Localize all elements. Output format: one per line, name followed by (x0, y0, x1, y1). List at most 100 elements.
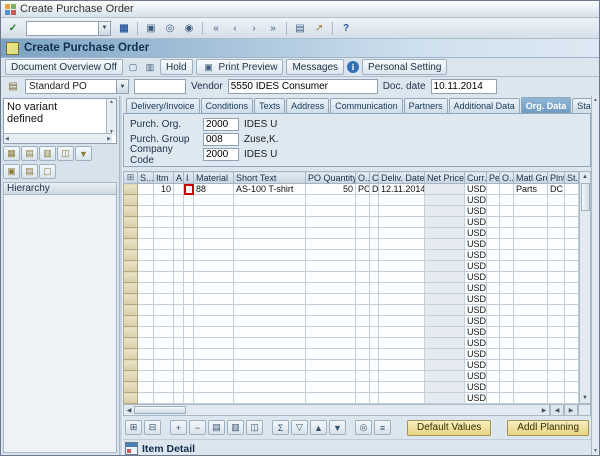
scroll-up-icon[interactable]: ▲ (109, 99, 114, 105)
grid-cell[interactable] (355, 249, 370, 261)
grid-cell[interactable] (193, 304, 234, 316)
grid-cell[interactable] (547, 227, 565, 239)
grid-cell[interactable] (173, 315, 184, 327)
grid-cell[interactable]: USD (464, 293, 487, 305)
grid-cell[interactable] (369, 227, 379, 239)
grid-cell[interactable] (193, 194, 234, 206)
scroll-down-icon[interactable]: ▼ (593, 448, 598, 454)
grid-cell[interactable] (378, 304, 425, 316)
grid-cell[interactable]: USD (464, 238, 487, 250)
grid-cell[interactable] (305, 205, 356, 217)
tab-address[interactable]: Address (286, 98, 330, 113)
grid-cell[interactable]: USD (464, 359, 487, 371)
grid-cell[interactable] (513, 337, 548, 349)
grid-cell[interactable] (153, 370, 174, 382)
order-type-dropdown-icon[interactable]: ▼ (116, 80, 128, 93)
grid-cell[interactable] (233, 326, 306, 338)
grid-cell[interactable] (486, 304, 500, 316)
row-select-cell[interactable] (123, 370, 138, 382)
grid-cell[interactable] (137, 260, 154, 272)
grid-cell[interactable] (137, 282, 154, 294)
hold-button[interactable]: Hold (159, 59, 193, 75)
grid-cell[interactable] (499, 304, 514, 316)
grid-cell[interactable] (183, 326, 194, 338)
grid-cell[interactable]: USD (464, 194, 487, 206)
grid-cell[interactable] (564, 205, 579, 217)
grid-cell[interactable] (355, 370, 370, 382)
sort-ascending-button[interactable]: ▲ (310, 420, 327, 435)
grid-cell[interactable] (499, 183, 514, 195)
grid-cell[interactable] (547, 337, 565, 349)
grid-cell[interactable] (193, 392, 234, 404)
grid-cell[interactable] (153, 381, 174, 393)
grid-cell[interactable] (183, 282, 194, 294)
row-select-cell[interactable] (123, 392, 138, 404)
grid-cell[interactable]: USD (464, 337, 487, 349)
grid-cell[interactable] (547, 381, 565, 393)
grid-cell[interactable] (369, 249, 379, 261)
grid-cell[interactable] (193, 249, 234, 261)
grid-cell[interactable] (369, 260, 379, 272)
grid-cell[interactable] (424, 337, 465, 349)
grid-cell[interactable] (499, 348, 514, 360)
grid-cell[interactable] (369, 293, 379, 305)
grid-cell[interactable] (153, 227, 174, 239)
expand-all-button[interactable]: ◫ (57, 146, 74, 161)
grid-cell[interactable] (193, 282, 234, 294)
search-button[interactable]: ◎ (355, 420, 372, 435)
grid-cell[interactable] (369, 216, 379, 228)
lock-button[interactable]: ◫ (246, 420, 263, 435)
grid-cell[interactable] (183, 205, 194, 217)
grid-cell[interactable] (513, 381, 548, 393)
grid-cell[interactable] (499, 194, 514, 206)
find-button[interactable]: ◎ (161, 20, 179, 37)
grid-cell[interactable] (499, 293, 514, 305)
row-select-cell[interactable] (123, 282, 138, 294)
grid-cell[interactable] (378, 293, 425, 305)
grid-cell[interactable]: AS-100 T-shirt (233, 183, 306, 195)
scroll-right-icon[interactable]: ▶ (539, 407, 549, 414)
grid-cell[interactable] (378, 370, 425, 382)
grid-cell[interactable] (233, 315, 306, 327)
grid-cell[interactable] (305, 326, 356, 338)
grid-cell[interactable] (173, 282, 184, 294)
grid-cell[interactable] (499, 315, 514, 327)
grid-cell[interactable] (513, 326, 548, 338)
grid-cell[interactable] (183, 260, 194, 272)
grid-cell[interactable] (486, 381, 500, 393)
tab-additional-data[interactable]: Additional Data (448, 98, 520, 113)
row-select-cell[interactable] (123, 381, 138, 393)
grid-cell[interactable] (564, 183, 579, 195)
vertical-scrollbar-thumb[interactable] (580, 183, 590, 211)
grid-cell[interactable]: USD (464, 271, 487, 283)
grid-cell[interactable] (233, 238, 306, 250)
grid-cell[interactable] (355, 337, 370, 349)
grid-cell[interactable] (486, 205, 500, 217)
grid-cell[interactable] (153, 304, 174, 316)
grid-cell[interactable] (183, 238, 194, 250)
paste-row-button[interactable]: ▥ (227, 420, 244, 435)
grid-cell[interactable] (513, 249, 548, 261)
grid-cell[interactable] (499, 238, 514, 250)
grid-cell[interactable] (355, 238, 370, 250)
grid-cell[interactable]: USD (464, 227, 487, 239)
grid-cell[interactable] (173, 326, 184, 338)
column-header[interactable]: S... (137, 171, 154, 184)
grid-cell[interactable] (173, 249, 184, 261)
window-vertical-scrollbar[interactable]: ▲ ▼ (591, 96, 599, 455)
column-header[interactable]: Short Text (233, 171, 306, 184)
new-session-button[interactable]: ▤ (291, 20, 309, 37)
grid-cell[interactable] (564, 359, 579, 371)
delete-row-button[interactable]: − (189, 420, 206, 435)
grid-cell[interactable] (233, 381, 306, 393)
grid-cell[interactable] (173, 293, 184, 305)
row-select-cell[interactable] (123, 238, 138, 250)
grid-cell[interactable] (564, 282, 579, 294)
favorites-delete-button[interactable]: ▢ (39, 164, 56, 179)
row-select-cell[interactable] (123, 304, 138, 316)
grid-cell[interactable] (378, 249, 425, 261)
grid-cell[interactable] (233, 392, 306, 404)
grid-cell[interactable] (137, 348, 154, 360)
grid-cell[interactable] (369, 370, 379, 382)
grid-cell[interactable] (183, 348, 194, 360)
